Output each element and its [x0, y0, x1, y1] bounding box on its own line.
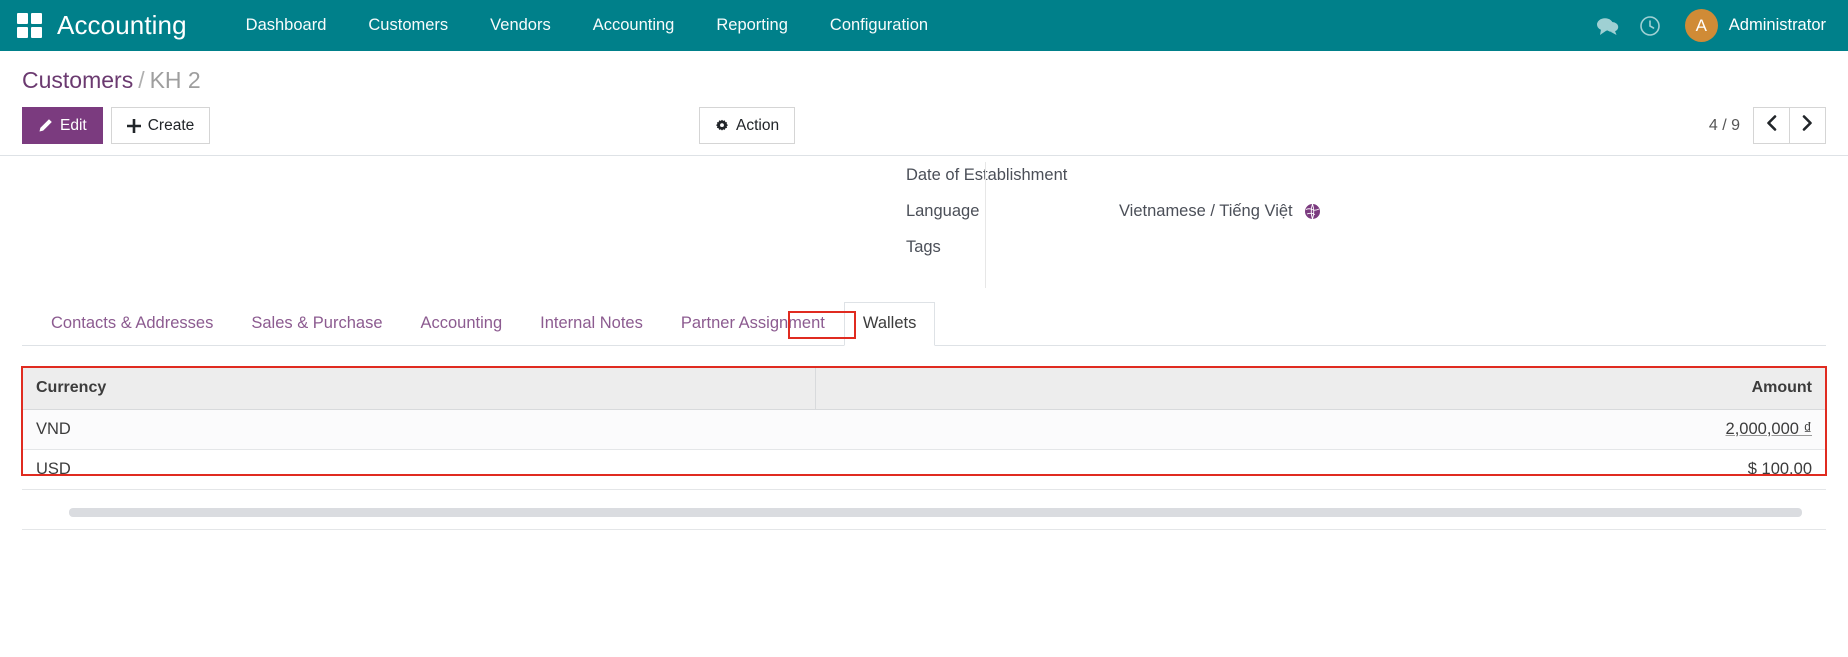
cell-amount-usd: $ 100.00 — [1501, 449, 1826, 489]
record-buttons: Edit Create — [22, 107, 210, 144]
control-panel-buttons-row: Edit Create Action — [22, 107, 1826, 155]
menu-item-reporting[interactable]: Reporting — [695, 0, 809, 51]
control-panel: Customers/KH 2 Edit Create — [0, 51, 1848, 156]
breadcrumb-current: KH 2 — [150, 67, 201, 93]
tab-internal-notes[interactable]: Internal Notes — [521, 302, 662, 346]
cell-spacer-usd — [816, 449, 1502, 489]
action-button-wrapper: Action — [699, 107, 795, 144]
pager-next-button[interactable] — [1789, 107, 1826, 144]
form-group-left — [22, 162, 906, 270]
menu-item-dashboard[interactable]: Dashboard — [225, 0, 348, 51]
wallets-table-head: Currency Amount — [22, 368, 1826, 409]
edit-button-label: Edit — [60, 117, 87, 135]
wallets-table-zone: Currency Amount VND 2,000,000 ₫ USD — [22, 368, 1826, 530]
user-name-label: Administrator — [1729, 16, 1826, 35]
form-sheet-background: Date of Establishment Language Vietnames… — [0, 156, 1848, 611]
language-value-text: Vietnamese / Tiếng Việt — [1119, 200, 1293, 223]
notebook: Contacts & Addresses Sales & Purchase Ac… — [22, 302, 1826, 530]
form-sheet: Date of Establishment Language Vietnames… — [22, 156, 1826, 530]
form-group-right: Date of Establishment Language Vietnames… — [906, 162, 1826, 270]
pencil-icon — [38, 118, 53, 133]
cell-spacer-vnd — [816, 409, 1502, 449]
avatar: A — [1685, 9, 1718, 42]
field-date-of-establishment: Date of Establishment — [906, 162, 1826, 198]
field-value-language[interactable]: Vietnamese / Tiếng Việt — [1096, 198, 1321, 223]
field-value-tags[interactable] — [1096, 234, 1119, 236]
tab-sales-purchase[interactable]: Sales & Purchase — [232, 302, 401, 346]
chevron-right-icon — [1802, 115, 1813, 136]
plus-icon — [127, 119, 141, 133]
column-header-spacer — [816, 368, 1502, 409]
pager-counter[interactable]: 4 / 9 — [1709, 117, 1740, 135]
create-button-label: Create — [148, 117, 195, 135]
breadcrumb-root[interactable]: Customers — [22, 67, 133, 93]
chat-bubble-icon[interactable] — [1587, 0, 1629, 51]
tab-contacts-addresses[interactable]: Contacts & Addresses — [32, 302, 232, 346]
cell-amount-vnd: 2,000,000 ₫ — [1501, 409, 1826, 449]
navbar-right-group: A Administrator — [1587, 0, 1826, 51]
breadcrumb-separator: / — [138, 67, 144, 93]
field-label-date-of-establishment: Date of Establishment — [906, 162, 1096, 187]
field-tags: Tags — [906, 234, 1826, 270]
action-button[interactable]: Action — [699, 107, 795, 144]
table-row[interactable]: USD $ 100.00 — [22, 449, 1826, 489]
amount-value-vnd: 2,000,000 ₫ — [1726, 420, 1812, 438]
group-divider — [985, 162, 986, 288]
menu-item-accounting[interactable]: Accounting — [572, 0, 696, 51]
field-label-language: Language — [906, 198, 1096, 223]
user-menu[interactable]: A Administrator — [1671, 9, 1826, 42]
menu-item-configuration[interactable]: Configuration — [809, 0, 949, 51]
tab-accounting[interactable]: Accounting — [402, 302, 522, 346]
create-button[interactable]: Create — [111, 107, 211, 144]
cell-currency-vnd: VND — [22, 409, 816, 449]
table-row[interactable]: VND 2,000,000 ₫ — [22, 409, 1826, 449]
menu-item-customers[interactable]: Customers — [347, 0, 469, 51]
column-header-amount[interactable]: Amount — [1501, 368, 1826, 409]
main-menu: Dashboard Customers Vendors Accounting R… — [225, 0, 949, 51]
field-label-tags: Tags — [906, 234, 1096, 259]
pager-previous-button[interactable] — [1753, 107, 1790, 144]
cell-currency-usd: USD — [22, 449, 816, 489]
clock-icon[interactable] — [1629, 0, 1671, 51]
tab-partner-assignment[interactable]: Partner Assignment — [662, 302, 844, 346]
app-brand-title[interactable]: Accounting — [57, 10, 187, 41]
form-groups: Date of Establishment Language Vietnames… — [22, 156, 1826, 270]
column-header-currency[interactable]: Currency — [22, 368, 816, 409]
wallets-header-row: Currency Amount — [22, 368, 1826, 409]
chevron-left-icon — [1766, 115, 1777, 136]
globe-icon[interactable] — [1304, 203, 1321, 220]
gear-icon — [715, 119, 729, 133]
menu-item-vendors[interactable]: Vendors — [469, 0, 572, 51]
action-button-label: Action — [736, 117, 779, 135]
edit-button[interactable]: Edit — [22, 107, 103, 144]
wallets-table-body: VND 2,000,000 ₫ USD $ 100.00 — [22, 409, 1826, 489]
tab-wallets[interactable]: Wallets — [844, 302, 935, 346]
pager: 4 / 9 — [1709, 107, 1826, 144]
top-navbar: Accounting Dashboard Customers Vendors A… — [0, 0, 1848, 51]
field-value-date-of-establishment[interactable] — [1096, 162, 1119, 164]
notebook-tabs: Contacts & Addresses Sales & Purchase Ac… — [22, 302, 1826, 346]
apps-grid-icon[interactable] — [17, 13, 43, 39]
breadcrumb: Customers/KH 2 — [22, 65, 1826, 95]
wallets-table: Currency Amount VND 2,000,000 ₫ USD — [22, 368, 1826, 490]
field-language: Language Vietnamese / Tiếng Việt — [906, 198, 1826, 234]
pager-buttons — [1754, 107, 1826, 144]
horizontal-scrollbar[interactable] — [69, 508, 1802, 517]
